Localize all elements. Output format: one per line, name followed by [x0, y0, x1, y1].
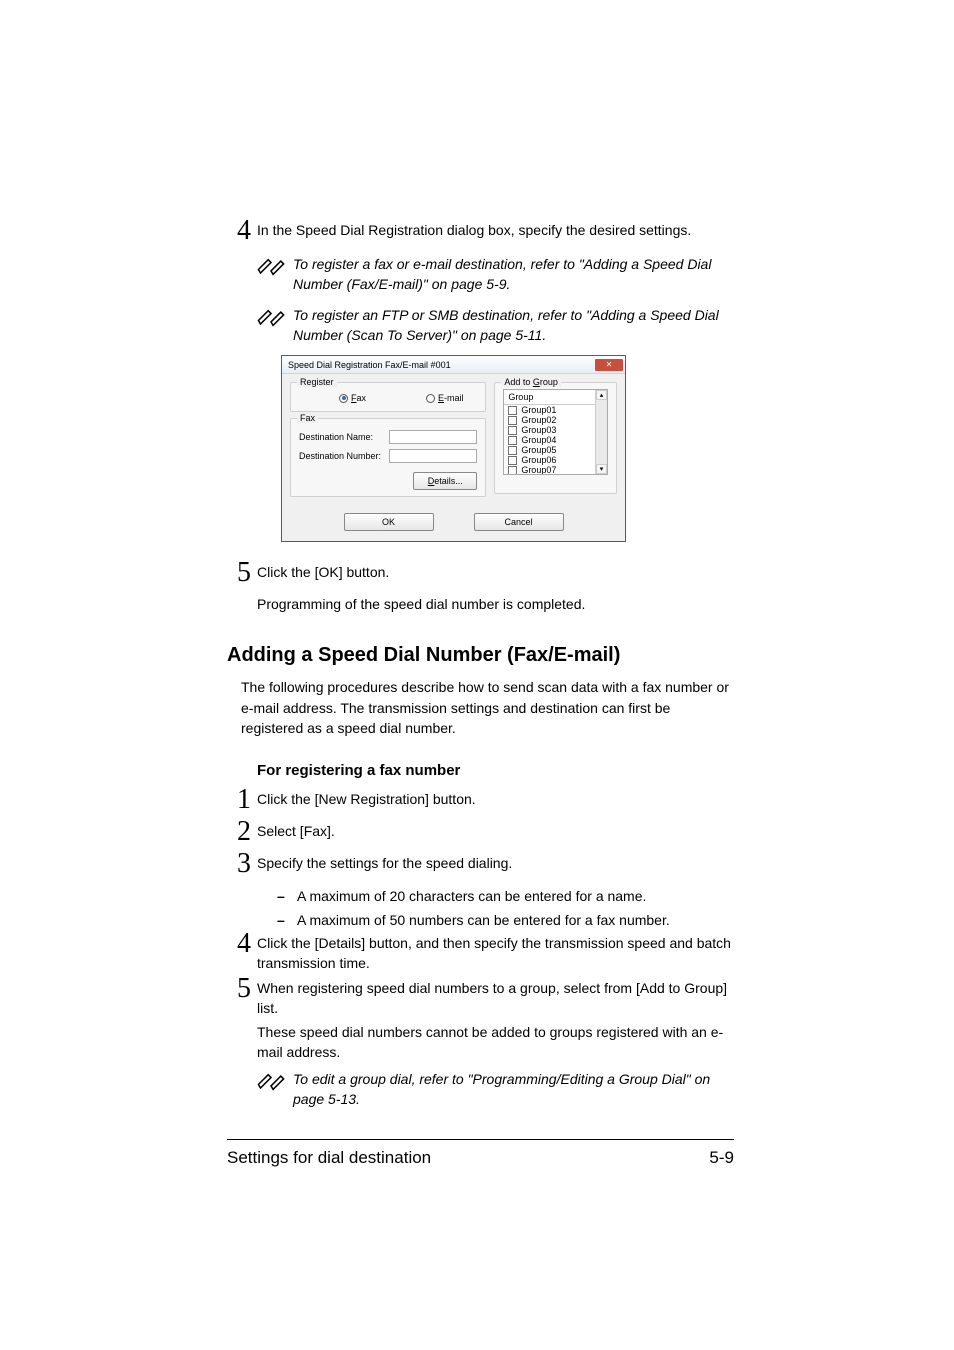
- step-number: 4: [227, 930, 253, 958]
- step-text: Click the [OK] button.: [257, 562, 734, 582]
- cancel-button[interactable]: Cancel: [474, 513, 564, 531]
- step-text: When registering speed dial numbers to a…: [257, 978, 734, 1019]
- group-item-label: Group06: [521, 455, 556, 465]
- checkbox-icon[interactable]: [508, 416, 517, 425]
- footer-left: Settings for dial destination: [227, 1148, 431, 1168]
- scroll-up-icon[interactable]: ▴: [596, 390, 607, 400]
- scrollbar[interactable]: ▴ ▾: [595, 390, 607, 474]
- radio-dot-icon: [339, 394, 348, 403]
- note-icon: [257, 1069, 285, 1093]
- group-item-label: Group07: [521, 465, 556, 475]
- radio-dot-icon: [426, 394, 435, 403]
- group-item-label: Group04: [521, 435, 556, 445]
- radio-email[interactable]: E-mail: [426, 393, 464, 403]
- step-number: 4: [227, 217, 253, 245]
- note-icon: [257, 254, 285, 278]
- add-to-group-legend: Add to Group: [501, 377, 561, 387]
- step-number: 5: [227, 975, 253, 1003]
- step-number: 3: [227, 850, 253, 878]
- subsection-title: For registering a fax number: [257, 762, 734, 779]
- bullet-icon: –: [277, 909, 297, 933]
- checkbox-icon[interactable]: [508, 406, 517, 415]
- close-icon[interactable]: ✕: [595, 359, 623, 371]
- fax-legend: Fax: [297, 413, 318, 423]
- speed-dial-dialog: Speed Dial Registration Fax/E-mail #001 …: [281, 355, 626, 542]
- dest-number-label: Destination Number:: [299, 451, 389, 461]
- bullet-text: A maximum of 20 characters can be entere…: [297, 885, 646, 909]
- checkbox-icon[interactable]: [508, 436, 517, 445]
- section-title: Adding a Speed Dial Number (Fax/E-mail): [227, 644, 734, 667]
- step-continuation: Programming of the speed dial number is …: [257, 594, 734, 614]
- bullet-icon: –: [277, 885, 297, 909]
- note-icon: [257, 305, 285, 329]
- step-text: Click the [Details] button, and then spe…: [257, 933, 734, 974]
- group-header: Group: [504, 390, 607, 405]
- step-number: 5: [227, 559, 253, 587]
- register-legend: Register: [297, 377, 337, 387]
- ok-button[interactable]: OK: [344, 513, 434, 531]
- checkbox-icon[interactable]: [508, 456, 517, 465]
- note-text: To edit a group dial, refer to "Programm…: [293, 1069, 734, 1110]
- checkbox-icon[interactable]: [508, 466, 517, 475]
- scroll-down-icon[interactable]: ▾: [596, 464, 607, 474]
- step-text: Specify the settings for the speed diali…: [257, 853, 734, 873]
- step-text: In the Speed Dial Registration dialog bo…: [257, 220, 734, 240]
- dialog-title: Speed Dial Registration Fax/E-mail #001: [284, 360, 451, 370]
- details-button[interactable]: Details...: [413, 472, 477, 490]
- checkbox-icon[interactable]: [508, 426, 517, 435]
- radio-fax[interactable]: Fax: [339, 393, 366, 403]
- dest-name-input[interactable]: [389, 430, 477, 444]
- note-text: To register an FTP or SMB destination, r…: [293, 305, 734, 346]
- step-continuation: These speed dial numbers cannot be added…: [257, 1022, 734, 1063]
- group-item-label: Group01: [521, 405, 556, 415]
- page-number: 5-9: [709, 1148, 734, 1168]
- bullet-text: A maximum of 50 numbers can be entered f…: [297, 909, 670, 933]
- group-list[interactable]: Group Group01 Group02 Group03 Group04 Gr…: [503, 389, 608, 475]
- intro-paragraph: The following procedures describe how to…: [241, 677, 734, 738]
- group-item-label: Group05: [521, 445, 556, 455]
- group-item-label: Group03: [521, 425, 556, 435]
- note-text: To register a fax or e-mail destination,…: [293, 254, 734, 295]
- step-text: Click the [New Registration] button.: [257, 789, 734, 809]
- step-number: 2: [227, 818, 253, 846]
- dest-number-input[interactable]: [389, 449, 477, 463]
- group-item-label: Group02: [521, 415, 556, 425]
- dest-name-label: Destination Name:: [299, 432, 389, 442]
- step-number: 1: [227, 786, 253, 814]
- checkbox-icon[interactable]: [508, 446, 517, 455]
- step-text: Select [Fax].: [257, 821, 734, 841]
